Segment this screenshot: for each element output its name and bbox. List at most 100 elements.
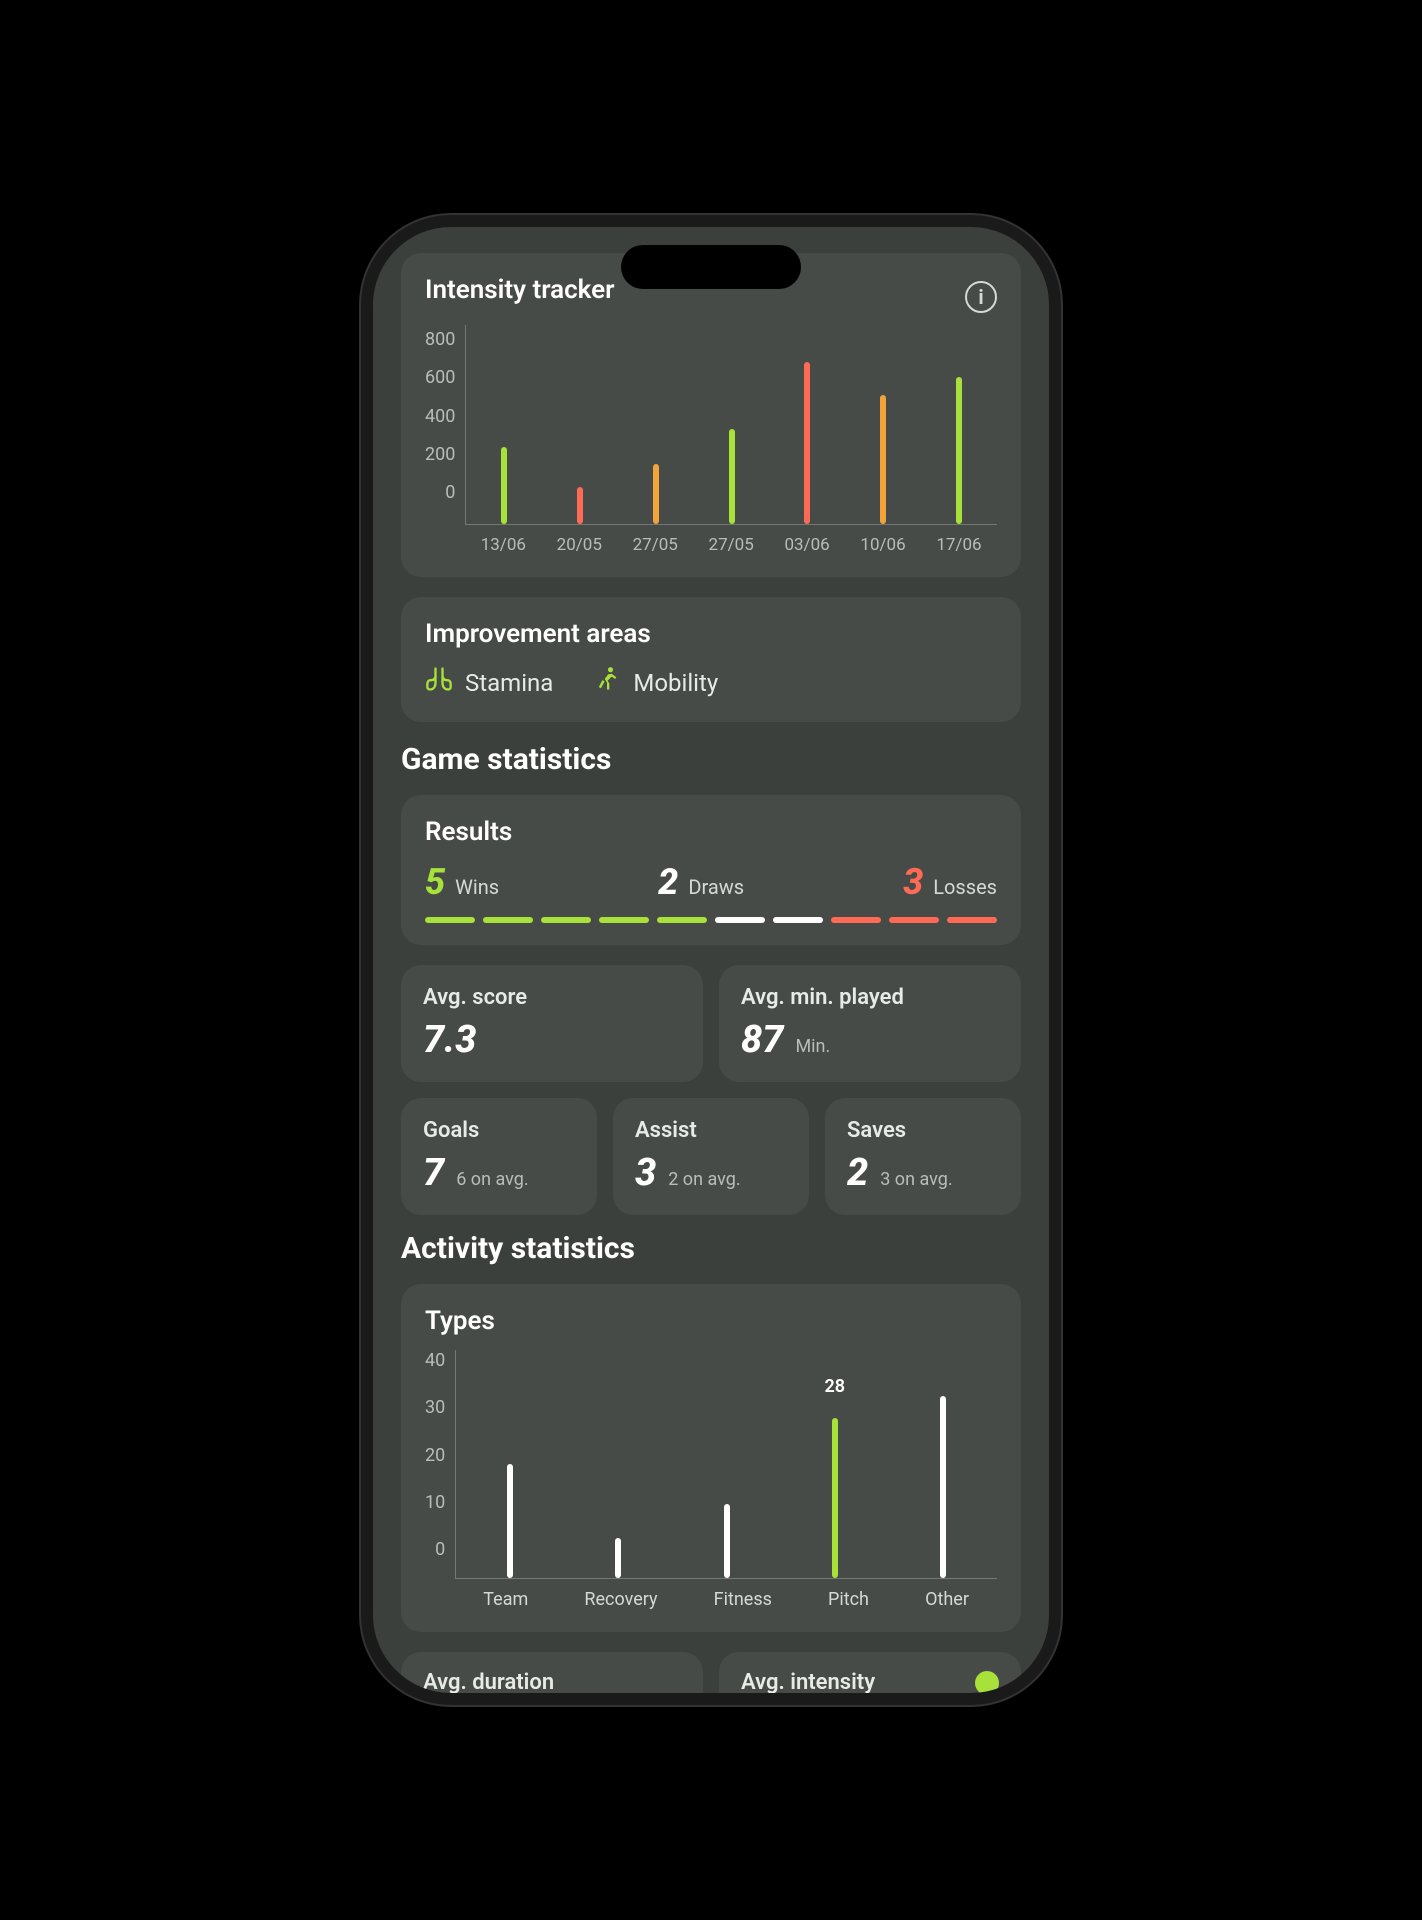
results-segments <box>425 917 997 923</box>
y-tick: 20 <box>425 1445 445 1466</box>
draws-value: 2 <box>658 861 678 903</box>
x-tick: Fitness <box>714 1589 772 1610</box>
saves-value: 2 <box>847 1151 868 1195</box>
phone-frame: Intensity tracker i 8006004002000 13/062… <box>361 215 1061 1705</box>
types-bars: 28 <box>455 1350 997 1579</box>
x-tick: 20/05 <box>557 535 602 555</box>
types-bar-wrap[interactable]: 28 <box>832 1350 838 1578</box>
activity-statistics-heading: Activity statistics <box>401 1231 1021 1266</box>
result-segment <box>947 917 997 923</box>
lungs-icon <box>425 665 453 700</box>
avg-min-title: Avg. min. played <box>741 985 999 1010</box>
x-tick: 13/06 <box>481 535 526 555</box>
x-tick: 27/05 <box>709 535 754 555</box>
runner-icon <box>593 665 621 700</box>
intensity-tracker-title: Intensity tracker <box>425 275 614 305</box>
avg-score-title: Avg. score <box>423 985 681 1010</box>
x-tick: Pitch <box>828 1589 869 1610</box>
types-bar-wrap[interactable] <box>615 1350 621 1578</box>
intensity-y-axis: 8006004002000 <box>425 325 455 503</box>
assist-sub: 2 on avg. <box>668 1169 740 1190</box>
result-segment <box>541 917 591 923</box>
intensity-indicator-icon <box>975 1671 999 1694</box>
goals-sub: 6 on avg. <box>456 1169 528 1190</box>
results-draws: 2 Draws <box>658 861 744 903</box>
avg-min-played-card: Avg. min. played 87 Min. <box>719 965 1021 1082</box>
intensity-bar[interactable] <box>577 487 583 524</box>
types-bar-wrap[interactable] <box>940 1350 946 1578</box>
screen[interactable]: Intensity tracker i 8006004002000 13/062… <box>373 227 1049 1693</box>
types-y-axis: 403020100 <box>425 1350 445 1560</box>
activity-types-title: Types <box>425 1306 997 1336</box>
wins-label: Wins <box>455 875 499 899</box>
saves-sub: 3 on avg. <box>880 1169 952 1190</box>
y-tick: 200 <box>425 444 455 465</box>
improvement-area-stamina[interactable]: Stamina <box>425 665 553 700</box>
dynamic-island <box>621 245 801 289</box>
x-tick: 10/06 <box>860 535 905 555</box>
result-segment <box>831 917 881 923</box>
x-tick: 27/05 <box>633 535 678 555</box>
x-tick: 17/06 <box>936 535 981 555</box>
y-tick: 10 <box>425 1492 445 1513</box>
intensity-bar[interactable] <box>956 377 962 524</box>
intensity-chart: 8006004002000 13/0620/0527/0527/0503/061… <box>425 325 997 555</box>
goals-title: Goals <box>423 1118 575 1143</box>
intensity-x-axis: 13/06 20/05 27/05 27/05 03/06 10/06 17/06 <box>465 535 997 555</box>
intensity-bar[interactable] <box>653 464 659 524</box>
y-tick: 40 <box>425 1350 445 1371</box>
saves-card: Saves 2 3 on avg. <box>825 1098 1021 1215</box>
avg-score-card: Avg. score 7.3 <box>401 965 703 1082</box>
intensity-bar[interactable] <box>880 395 886 524</box>
improvement-areas-card: Improvement areas Stamina Mobility <box>401 597 1021 722</box>
result-segment <box>425 917 475 923</box>
result-segment <box>889 917 939 923</box>
avg-duration-title: Avg. duration <box>423 1670 554 1693</box>
x-tick: Recovery <box>584 1589 657 1610</box>
losses-value: 3 <box>903 861 923 903</box>
avg-intensity-card: Avg. intensity <box>719 1652 1021 1693</box>
x-tick: 03/06 <box>784 535 829 555</box>
x-tick: Other <box>925 1589 969 1610</box>
assist-card: Assist 3 2 on avg. <box>613 1098 809 1215</box>
avg-score-value: 7.3 <box>423 1018 476 1062</box>
activity-types-chart: 403020100 28 TeamRecoveryFitnessPitchOth… <box>425 1350 997 1610</box>
types-bar-wrap[interactable] <box>724 1350 730 1578</box>
improvement-areas-title: Improvement areas <box>425 619 997 649</box>
avg-duration-card: Avg. duration <box>401 1652 703 1693</box>
types-bar <box>507 1464 513 1578</box>
wins-value: 5 <box>425 861 445 903</box>
result-segment <box>483 917 533 923</box>
results-card: Results 5 Wins 2 Draws 3 Losses <box>401 795 1021 945</box>
bar-value-label: 28 <box>824 1376 845 1397</box>
types-bar-wrap[interactable] <box>507 1350 513 1578</box>
intensity-tracker-card: Intensity tracker i 8006004002000 13/062… <box>401 253 1021 577</box>
types-x-axis: Team Recovery Fitness Pitch Other <box>455 1589 997 1610</box>
game-statistics-heading: Game statistics <box>401 742 1021 777</box>
intensity-bar[interactable] <box>804 362 810 524</box>
avg-intensity-title: Avg. intensity <box>741 1670 875 1693</box>
improvement-area-label: Mobility <box>633 669 718 697</box>
avg-min-unit: Min. <box>795 1036 830 1057</box>
y-tick: 800 <box>425 329 455 350</box>
types-bar <box>724 1504 730 1578</box>
activity-types-card: Types 403020100 28 TeamRecoveryFitnessPi… <box>401 1284 1021 1632</box>
result-segment <box>657 917 707 923</box>
goals-card: Goals 7 6 on avg. <box>401 1098 597 1215</box>
intensity-bars <box>465 325 997 525</box>
improvement-area-label: Stamina <box>465 669 553 697</box>
y-tick: 400 <box>425 406 455 427</box>
results-wins: 5 Wins <box>425 861 499 903</box>
types-bar <box>940 1396 946 1578</box>
assist-title: Assist <box>635 1118 787 1143</box>
info-icon[interactable]: i <box>965 281 997 313</box>
draws-label: Draws <box>688 875 744 899</box>
intensity-bar[interactable] <box>729 429 735 524</box>
types-bar <box>832 1418 838 1578</box>
results-title: Results <box>425 817 997 847</box>
intensity-bar[interactable] <box>501 447 507 524</box>
improvement-area-mobility[interactable]: Mobility <box>593 665 718 700</box>
x-tick: Team <box>483 1589 528 1610</box>
y-tick: 600 <box>425 367 455 388</box>
saves-title: Saves <box>847 1118 999 1143</box>
